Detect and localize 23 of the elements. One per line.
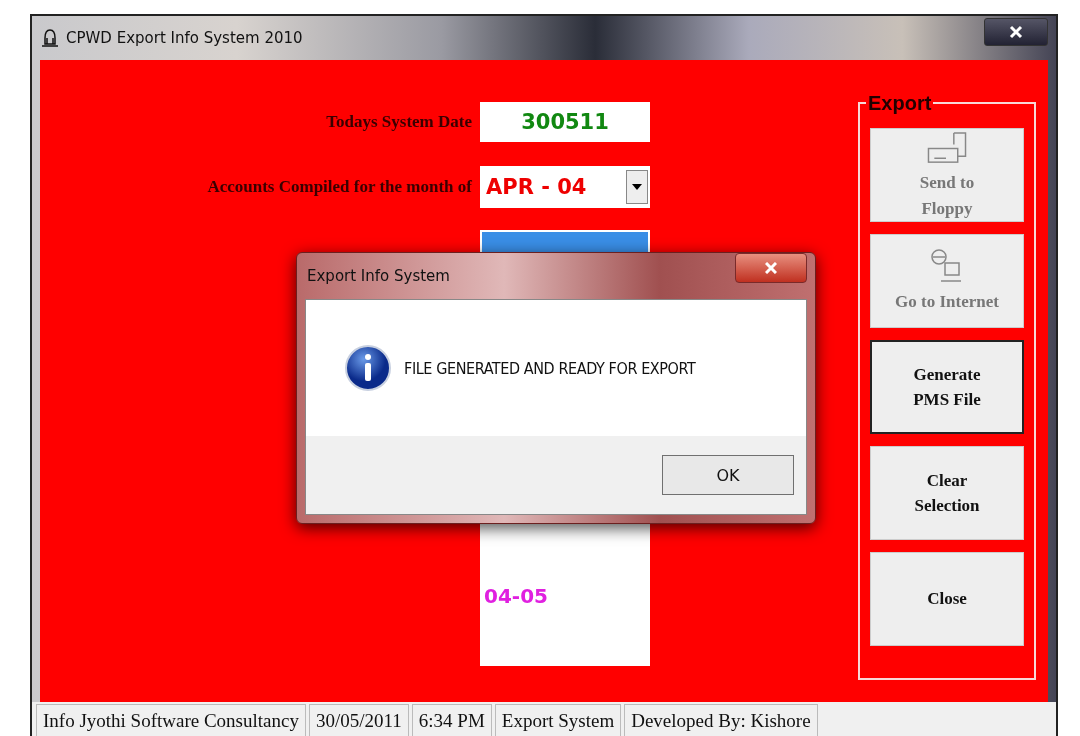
caret-icon [632,184,642,190]
export-button[interactable]: Generate PMS File [870,340,1024,434]
field-label: Todays System Date [325,112,472,132]
status-cell: Info Jyothi Software Consultancy [36,704,306,736]
status-cell: 30/05/2011 [308,704,409,736]
field-label: Accounts Compiled for the month of [206,177,472,197]
close-button[interactable] [735,253,807,283]
dialog-message: FILE GENERATED AND READY FOR EXPORT [404,358,696,378]
status-cell: Developed By: Kishore [624,704,818,736]
date-field[interactable]: 300511 [480,102,650,142]
status-cell: Export System [494,704,622,736]
close-icon [765,262,777,274]
close-icon [1009,25,1023,39]
ok-button[interactable]: OK [662,455,794,495]
info-icon [344,344,392,392]
dialog-title: Export Info System [307,267,450,285]
close-button[interactable] [984,18,1048,46]
export-button[interactable]: Close [870,552,1024,646]
list-item[interactable]: 04-05 [480,584,650,608]
month-dropdown[interactable]: APR - 04 [480,166,650,208]
status-cell: 6:34 PM [411,704,492,736]
window-title: CPWD Export Info System 2010 [66,29,303,47]
export-button[interactable]: Clear Selection [870,446,1024,540]
